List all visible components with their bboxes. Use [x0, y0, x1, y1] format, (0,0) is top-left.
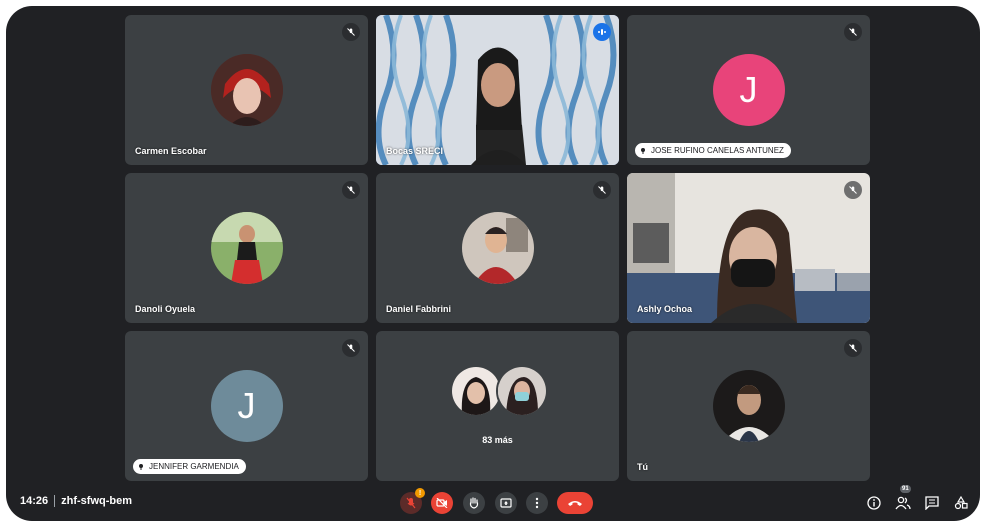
mic-toggle-button[interactable]: !	[400, 488, 425, 514]
participant-tile[interactable]: Bocas SRECI	[376, 15, 619, 165]
participant-chip: JOSE RUFINO CANELAS ANTUNEZ	[635, 143, 791, 158]
avatar	[450, 365, 502, 417]
pin-icon	[139, 463, 143, 470]
speaking-indicator-icon	[593, 23, 611, 41]
avatar	[210, 54, 283, 126]
participant-chip: JENNIFER GARMENDIA	[133, 459, 246, 474]
avatar-letter: J	[712, 54, 785, 126]
participant-name: Danoli Oyuela	[135, 304, 196, 314]
meeting-code[interactable]: zhf-sfwq-bem	[61, 495, 132, 507]
participant-name: Bocas SRECI	[386, 146, 444, 156]
avatar-letter: J	[210, 370, 283, 442]
camera-toggle-button[interactable]	[431, 492, 453, 514]
participant-name: Ashly Ochoa	[637, 304, 693, 314]
meeting-window: Carmen Escobar Bocas SRECI J JOSE RUFINO…	[6, 6, 980, 521]
camera-off-icon	[436, 498, 448, 508]
avatar	[461, 212, 534, 284]
participant-name: JENNIFER GARMENDIA	[149, 462, 239, 471]
pin-icon	[641, 147, 645, 154]
present-button[interactable]	[495, 492, 517, 514]
participant-tile[interactable]: Carmen Escobar	[125, 15, 368, 165]
more-participants-tile[interactable]: 83 más	[376, 331, 619, 481]
meeting-time: 14:26	[20, 495, 49, 507]
mic-off-icon	[844, 339, 862, 357]
leave-call-button[interactable]	[557, 492, 593, 514]
participant-name: Carmen Escobar	[135, 146, 207, 156]
chat-icon	[925, 496, 939, 510]
participant-tile[interactable]: Daniel Fabbrini	[376, 173, 619, 323]
raise-hand-button[interactable]	[463, 492, 485, 514]
people-button[interactable]: 91	[895, 485, 911, 511]
present-icon	[500, 498, 512, 508]
raise-hand-icon	[469, 497, 479, 509]
mic-off-icon	[342, 23, 360, 41]
participant-tile[interactable]: Ashly Ochoa	[627, 173, 870, 323]
mic-off-icon	[844, 23, 862, 41]
mic-off-icon	[593, 181, 611, 199]
mic-off-icon	[342, 181, 360, 199]
participant-name: JOSE RUFINO CANELAS ANTUNEZ	[651, 146, 784, 155]
meeting-details: 14:26 zhf-sfwq-bem	[20, 495, 132, 507]
mic-off-icon	[406, 497, 416, 509]
activities-icon	[954, 496, 968, 510]
info-icon	[867, 496, 881, 510]
mic-off-icon	[342, 339, 360, 357]
video-feed	[627, 173, 870, 323]
avatar	[496, 365, 548, 417]
divider	[54, 495, 56, 507]
more-vert-icon	[535, 497, 539, 509]
participant-tile[interactable]: J JOSE RUFINO CANELAS ANTUNEZ	[627, 15, 870, 165]
bottom-toolbar: 14:26 zhf-sfwq-bem ! 91	[6, 481, 980, 521]
chat-button[interactable]	[924, 495, 940, 511]
video-feed	[376, 15, 619, 165]
participant-name: Daniel Fabbrini	[386, 304, 452, 314]
warning-badge: !	[415, 488, 425, 498]
more-participants-count: 83 más	[482, 435, 513, 445]
avatar	[210, 212, 283, 284]
participant-tile[interactable]: Danoli Oyuela	[125, 173, 368, 323]
more-options-button[interactable]	[526, 492, 548, 514]
activities-button[interactable]	[953, 495, 969, 511]
participant-tile[interactable]: Tú	[627, 331, 870, 481]
meeting-info-button[interactable]	[866, 495, 882, 511]
people-count-badge: 91	[900, 485, 911, 493]
participant-name: Tú	[637, 462, 648, 472]
mic-off-icon	[844, 181, 862, 199]
call-end-icon	[568, 501, 582, 506]
participant-tile[interactable]: J JENNIFER GARMENDIA	[125, 331, 368, 481]
people-icon	[895, 496, 911, 510]
avatar	[712, 370, 785, 442]
